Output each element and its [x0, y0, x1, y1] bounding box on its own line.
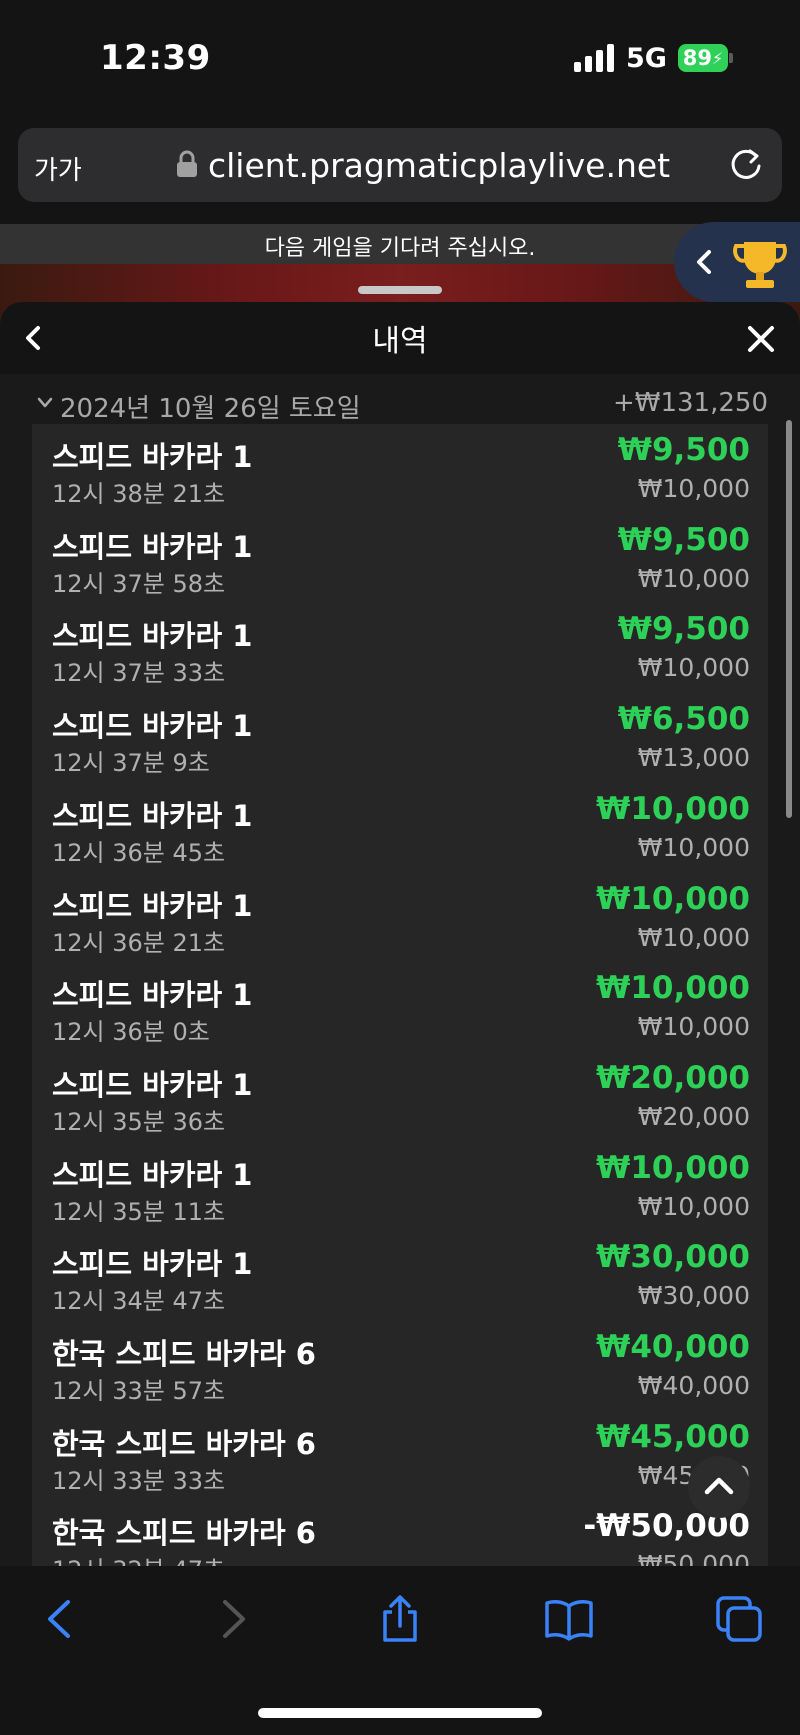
game-name: 한국 스피드 바카라 6 [52, 1337, 316, 1371]
bet-amount: ₩10,000 [637, 922, 750, 952]
game-name: 스피드 바카라 1 [52, 709, 253, 744]
reload-icon[interactable] [728, 146, 764, 182]
history-row[interactable]: 스피드 바카라 1 12시 36분 0초 ₩10,000 ₩10,000 [32, 962, 768, 1052]
history-row[interactable]: 한국 스피드 바카라 6 12시 32분 47초 -₩50,000 ₩50,000 [32, 1500, 768, 1572]
history-panel: 내역 2024년 10월 26일 토요일 +₩131,250 스피드 바카라 1… [0, 302, 800, 1572]
win-amount: ₩30,000 [596, 1239, 750, 1276]
round-time: 12시 37분 58초 [52, 569, 226, 598]
history-row[interactable]: 스피드 바카라 1 12시 37분 9초 ₩6,500 ₩13,000 [32, 693, 768, 783]
round-time: 12시 36분 45초 [52, 838, 226, 867]
date-total: +₩131,250 [612, 388, 768, 418]
chevron-up-icon [704, 1477, 734, 1495]
bet-amount: ₩10,000 [637, 653, 750, 683]
win-amount: ₩40,000 [596, 1329, 750, 1365]
history-row[interactable]: 스피드 바카라 1 12시 35분 36초 ₩20,000 ₩20,000 [32, 1052, 768, 1142]
battery-tip [729, 53, 733, 63]
round-time: 12시 37분 33초 [52, 659, 226, 688]
history-row[interactable]: 한국 스피드 바카라 6 12시 33분 57초 ₩40,000 ₩40,000 [32, 1321, 768, 1411]
network-type: 5G [626, 43, 667, 74]
scrollbar[interactable] [786, 420, 792, 818]
history-rows: 스피드 바카라 1 12시 38분 21초 ₩9,500 ₩10,000 스피드 바카라… [32, 424, 768, 1572]
game-name: 스피드 바카라 1 [52, 619, 253, 654]
game-name: 스피드 바카라 1 [52, 978, 253, 1013]
panel-title: 내역 [372, 324, 428, 359]
bet-amount: ₩10,000 [637, 1012, 750, 1042]
win-amount: ₩10,000 [596, 970, 750, 1007]
round-time: 12시 37분 9초 [52, 749, 210, 778]
win-amount: ₩10,000 [596, 790, 750, 827]
history-row[interactable]: 스피드 바카라 1 12시 36분 21초 ₩10,000 ₩10,000 [32, 873, 768, 963]
date-label: 2024년 10월 26일 토요일 [60, 394, 361, 424]
trophy-icon [733, 242, 787, 288]
bet-amount: ₩10,000 [637, 1191, 750, 1221]
close-icon[interactable] [744, 322, 778, 356]
leaderboard-button[interactable] [674, 222, 800, 302]
back-arrow-icon[interactable] [36, 1594, 86, 1644]
round-time: 12시 38분 21초 [52, 480, 226, 508]
history-row[interactable]: 스피드 바카라 1 12시 37분 58초 ₩9,500 ₩10,000 [32, 514, 768, 604]
win-amount: ₩9,500 [617, 432, 750, 468]
win-amount: ₩45,000 [596, 1418, 750, 1455]
game-name: 스피드 바카라 1 [52, 888, 253, 923]
game-name: 스피드 바카라 1 [52, 1067, 253, 1102]
history-row[interactable]: 스피드 바카라 1 12시 38분 21초 ₩9,500 ₩10,000 [32, 424, 768, 514]
win-amount: ₩9,500 [617, 521, 750, 558]
bookmarks-icon[interactable] [544, 1594, 594, 1644]
history-row[interactable]: 스피드 바카라 1 12시 36분 45초 ₩10,000 ₩10,000 [32, 783, 768, 873]
bet-amount: ₩30,000 [637, 1281, 750, 1311]
tabs-icon[interactable] [714, 1594, 764, 1644]
cellular-signal-icon [574, 44, 614, 72]
win-amount: ₩10,000 [596, 880, 750, 917]
bet-amount: ₩10,000 [637, 832, 750, 862]
game-name: 한국 스피드 바카라 6 [52, 1516, 316, 1551]
round-time: 12시 33분 33초 [52, 1466, 226, 1495]
game-name: 스피드 바카라 1 [52, 440, 253, 474]
date-group-header[interactable]: 2024년 10월 26일 토요일 +₩131,250 [32, 384, 768, 424]
win-amount: ₩9,500 [617, 611, 750, 648]
round-time: 12시 36분 0초 [52, 1018, 210, 1047]
round-time: 12시 35분 36초 [52, 1107, 226, 1136]
url-text[interactable]: client.pragmaticplaylive.net [208, 146, 670, 185]
status-bar: 12:39 5G 89 ⚡ [0, 0, 800, 118]
bet-amount: ₩13,000 [637, 743, 750, 773]
bet-amount: ₩20,000 [637, 1101, 750, 1131]
share-icon[interactable] [375, 1594, 425, 1644]
history-row[interactable]: 스피드 바카라 1 12시 37분 33초 ₩9,500 ₩10,000 [32, 603, 768, 693]
battery-icon: 89 ⚡ [678, 44, 728, 72]
panel-header: 내역 [0, 302, 800, 374]
win-amount: ₩10,000 [596, 1149, 750, 1186]
chevron-down-icon [37, 397, 53, 408]
game-name: 스피드 바카라 1 [52, 529, 253, 564]
round-time: 12시 33분 57초 [52, 1377, 226, 1405]
battery-level: 89 [682, 46, 712, 70]
game-name: 한국 스피드 바카라 6 [52, 1426, 316, 1461]
bet-amount: ₩10,000 [637, 474, 750, 503]
address-bar[interactable]: 가가 client.pragmaticplaylive.net [18, 128, 782, 202]
game-name: 스피드 바카라 1 [52, 798, 253, 833]
bet-amount: ₩40,000 [637, 1371, 750, 1400]
text-size-button[interactable]: 가가 [34, 150, 82, 187]
game-name: 스피드 바카라 1 [52, 1157, 253, 1192]
home-indicator [258, 1708, 542, 1718]
win-amount: ₩6,500 [617, 701, 750, 738]
drag-handle[interactable] [358, 286, 442, 294]
bet-amount: ₩10,000 [637, 563, 750, 593]
forward-arrow-icon[interactable] [207, 1594, 257, 1644]
game-name: 스피드 바카라 1 [52, 1247, 253, 1282]
history-row[interactable]: 스피드 바카라 1 12시 35분 11초 ₩10,000 ₩10,000 [32, 1142, 768, 1232]
round-time: 12시 36분 21초 [52, 928, 226, 957]
lock-icon [177, 150, 197, 177]
win-amount: ₩20,000 [596, 1059, 750, 1096]
history-row[interactable]: 스피드 바카라 1 12시 34분 47초 ₩30,000 ₩30,000 [32, 1231, 768, 1321]
chevron-left-icon [697, 250, 711, 274]
history-list[interactable]: 2024년 10월 26일 토요일 +₩131,250 스피드 바카라 1 12시… [0, 374, 800, 1572]
round-time: 12시 34분 47초 [52, 1287, 226, 1316]
clock: 12:39 [100, 38, 211, 78]
scroll-to-top-button[interactable] [688, 1456, 750, 1518]
history-row[interactable]: 한국 스피드 바카라 612시 33분 33초₩45,000₩45,000 [32, 1411, 768, 1501]
round-time: 12시 35분 11초 [52, 1197, 226, 1226]
